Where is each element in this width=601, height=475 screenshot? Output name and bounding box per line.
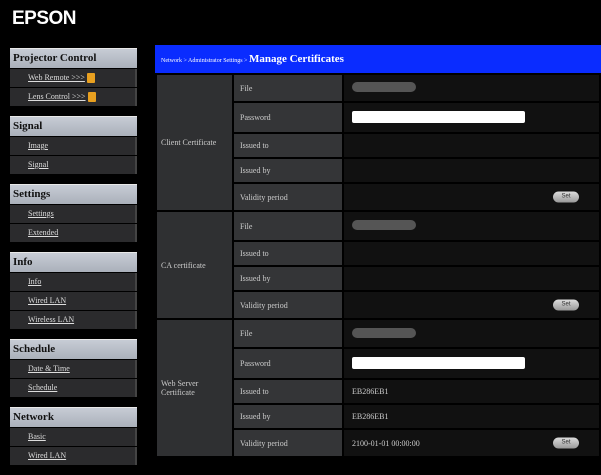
client-issued-to-value [342,132,601,159]
ca-set-button[interactable]: Set [553,299,579,311]
page-header: Network > Administrator Settings > Manag… [155,45,601,73]
client-issued-by-value [342,157,601,184]
field-label: Issued to [232,378,344,405]
field-label: Issued to [232,132,344,159]
nav-item-wired-lan-network[interactable]: Wired LAN [10,447,137,465]
field-label: Validity period [232,290,344,320]
field-label: Issued by [232,157,344,184]
field-label: File [232,73,344,103]
field-label: File [232,318,344,349]
web-password-input[interactable] [352,357,525,370]
nav-link[interactable]: Image [28,141,48,150]
nav-link[interactable]: Settings [28,209,54,218]
nav-group-signal: Signal Image Signal [10,116,137,174]
nav-link[interactable]: Basic [28,432,46,441]
nav-item-info[interactable]: Info [10,273,137,291]
nav-link[interactable]: Wireless LAN [28,315,74,324]
nav-item-extended[interactable]: Extended [10,224,137,242]
nav-link[interactable]: Schedule [28,383,57,392]
nav-item-image[interactable]: Image [10,137,137,155]
page-title: Manage Certificates [248,53,344,65]
certificates-table: Client Certificate File Password Issued t… [155,73,601,458]
nav-group-header: Settings [10,184,137,204]
nav-link[interactable]: Web Remote >>> [28,73,85,82]
breadcrumb: Network > Administrator Settings > [161,58,249,64]
nav-item-date-time[interactable]: Date & Time [10,360,137,378]
ca-file-button[interactable] [352,220,416,230]
nav-link[interactable]: Wired LAN [28,451,66,460]
web-set-button[interactable]: Set [553,437,579,449]
nav-item-wired-lan[interactable]: Wired LAN [10,292,137,310]
web-issued-to-value: EB286EB1 [342,378,601,405]
nav-group-settings: Settings Settings Extended [10,184,137,242]
ca-certificate-label: CA certificate [155,210,234,320]
nav-item-settings[interactable]: Settings [10,205,137,223]
nav-link[interactable]: Date & Time [28,364,70,373]
field-label: Issued to [232,240,344,267]
nav-group-info: Info Info Wired LAN Wireless LAN [10,252,137,329]
lock-icon [86,73,95,84]
nav-group-projector-control: Projector Control Web Remote >>> Lens Co… [10,48,137,106]
nav-link[interactable]: Wired LAN [28,296,66,305]
nav-link[interactable]: Signal [28,160,48,169]
web-validity-value: 2100-01-01 00:00:00 [352,438,420,448]
field-label: Password [232,347,344,380]
sidebar: Projector Control Web Remote >>> Lens Co… [10,48,137,475]
nav-group-schedule: Schedule Date & Time Schedule [10,339,137,397]
nav-item-web-remote[interactable]: Web Remote >>> [10,69,137,87]
field-label: File [232,210,344,242]
field-label: Issued by [232,403,344,430]
field-label: Issued by [232,265,344,292]
ca-issued-by-value [342,265,601,292]
nav-link[interactable]: Info [28,277,41,286]
nav-group-header: Schedule [10,339,137,359]
nav-item-schedule[interactable]: Schedule [10,379,137,397]
lock-icon [87,92,96,103]
nav-group-header: Info [10,252,137,272]
client-certificate-label: Client Certificate [155,73,234,212]
field-label: Password [232,101,344,134]
epson-logo: EPSON [12,8,77,29]
nav-link[interactable]: Extended [28,228,58,237]
ca-issued-to-value [342,240,601,267]
nav-group-network: Network Basic Wired LAN [10,407,137,465]
client-set-button[interactable]: Set [553,191,579,203]
client-file-button[interactable] [352,82,416,92]
nav-item-lens-control[interactable]: Lens Control >>> [10,88,137,106]
main-content: Network > Administrator Settings > Manag… [155,45,601,458]
field-label: Validity period [232,428,344,458]
nav-item-signal[interactable]: Signal [10,156,137,174]
nav-group-header: Network [10,407,137,427]
client-password-input[interactable] [352,111,525,124]
nav-item-basic[interactable]: Basic [10,428,137,446]
nav-group-header: Signal [10,116,137,136]
web-file-button[interactable] [352,327,416,338]
nav-item-wireless-lan[interactable]: Wireless LAN [10,311,137,329]
nav-group-header: Projector Control [10,48,137,68]
nav-link[interactable]: Lens Control >>> [28,92,86,101]
web-issued-by-value: EB286EB1 [342,403,601,430]
field-label: Validity period [232,182,344,212]
web-server-certificate-label: Web Server Certificate [155,318,234,458]
